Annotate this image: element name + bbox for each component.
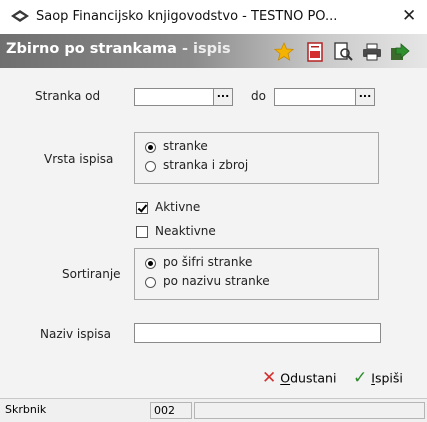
cancel-label-rest: dustani bbox=[290, 370, 337, 386]
window-title: Saop Financijsko knjigovodstvo - TESTNO … bbox=[36, 9, 338, 24]
radio-po-nazivu-label[interactable]: po nazivu stranke bbox=[163, 274, 270, 288]
aktivne-checkbox[interactable] bbox=[136, 202, 148, 214]
radio-po-nazivu[interactable] bbox=[145, 277, 156, 288]
sortiranje-group: po šifri stranke po nazivu stranke bbox=[134, 248, 379, 300]
cancel-hotkey: O bbox=[280, 370, 291, 386]
radio-po-sifri-label[interactable]: po šifri stranke bbox=[163, 255, 252, 269]
form-title-subtitle: - ispis bbox=[181, 41, 231, 57]
sortiranje-label: Sortiranje bbox=[62, 267, 121, 281]
stranka-od-input[interactable] bbox=[134, 88, 214, 106]
stranka-od-label: Stranka od bbox=[35, 89, 101, 103]
neaktivne-label[interactable]: Neaktivne bbox=[155, 224, 216, 238]
form-title-main: Zbirno po strankama bbox=[6, 41, 177, 57]
radio-stranke[interactable] bbox=[145, 142, 156, 153]
aktivne-label[interactable]: Aktivne bbox=[155, 200, 200, 214]
app-logo-icon bbox=[11, 10, 29, 22]
radio-stranka-i-zbroj[interactable] bbox=[145, 161, 156, 172]
status-code: 002 bbox=[150, 402, 192, 419]
vrsta-ispisa-group: stranke stranka i zbroj bbox=[134, 132, 379, 184]
status-extra bbox=[194, 402, 425, 419]
radio-stranke-label[interactable]: stranke bbox=[163, 139, 208, 153]
printer-icon[interactable] bbox=[362, 42, 382, 62]
pdf-export-icon[interactable] bbox=[305, 42, 325, 62]
radio-stranka-i-zbroj-label[interactable]: stranka i zbroj bbox=[163, 158, 248, 172]
naziv-ispisa-label: Naziv ispisa bbox=[40, 327, 112, 341]
status-bar: Skrbnik 002 bbox=[0, 398, 427, 422]
window-titlebar: Saop Financijsko knjigovodstvo - TESTNO … bbox=[0, 0, 427, 34]
favorite-star-icon[interactable] bbox=[274, 42, 294, 62]
export-icon[interactable] bbox=[390, 42, 410, 62]
stranka-do-input[interactable] bbox=[274, 88, 356, 106]
form-title: Zbirno po strankama - ispis bbox=[6, 41, 231, 57]
cancel-button[interactable]: ✕ Odustani bbox=[262, 368, 336, 390]
status-user: Skrbnik bbox=[5, 403, 47, 416]
vrsta-ispisa-label: Vrsta ispisa bbox=[44, 152, 114, 166]
print-label-rest: spiši bbox=[374, 370, 403, 386]
radio-po-sifri[interactable] bbox=[145, 258, 156, 269]
cancel-x-icon: ✕ bbox=[262, 368, 277, 388]
cancel-button-label: Odustani bbox=[280, 371, 336, 386]
do-label: do bbox=[251, 89, 266, 103]
close-icon[interactable]: ✕ bbox=[402, 6, 416, 26]
form-header: Zbirno po strankama - ispis bbox=[0, 34, 427, 68]
stranka-od-lookup-button[interactable]: ... bbox=[213, 88, 233, 106]
naziv-ispisa-input[interactable] bbox=[134, 323, 381, 343]
stranka-do-lookup-button[interactable]: ... bbox=[355, 88, 375, 106]
print-button-label: Ispiši bbox=[371, 371, 403, 386]
print-button[interactable]: ✓ Ispiši bbox=[353, 368, 403, 390]
checkmark-icon: ✓ bbox=[353, 368, 368, 388]
print-preview-icon[interactable] bbox=[333, 42, 353, 62]
neaktivne-checkbox[interactable] bbox=[136, 226, 148, 238]
form-body: Stranka od ... do ... Vrsta ispisa stran… bbox=[0, 68, 427, 398]
